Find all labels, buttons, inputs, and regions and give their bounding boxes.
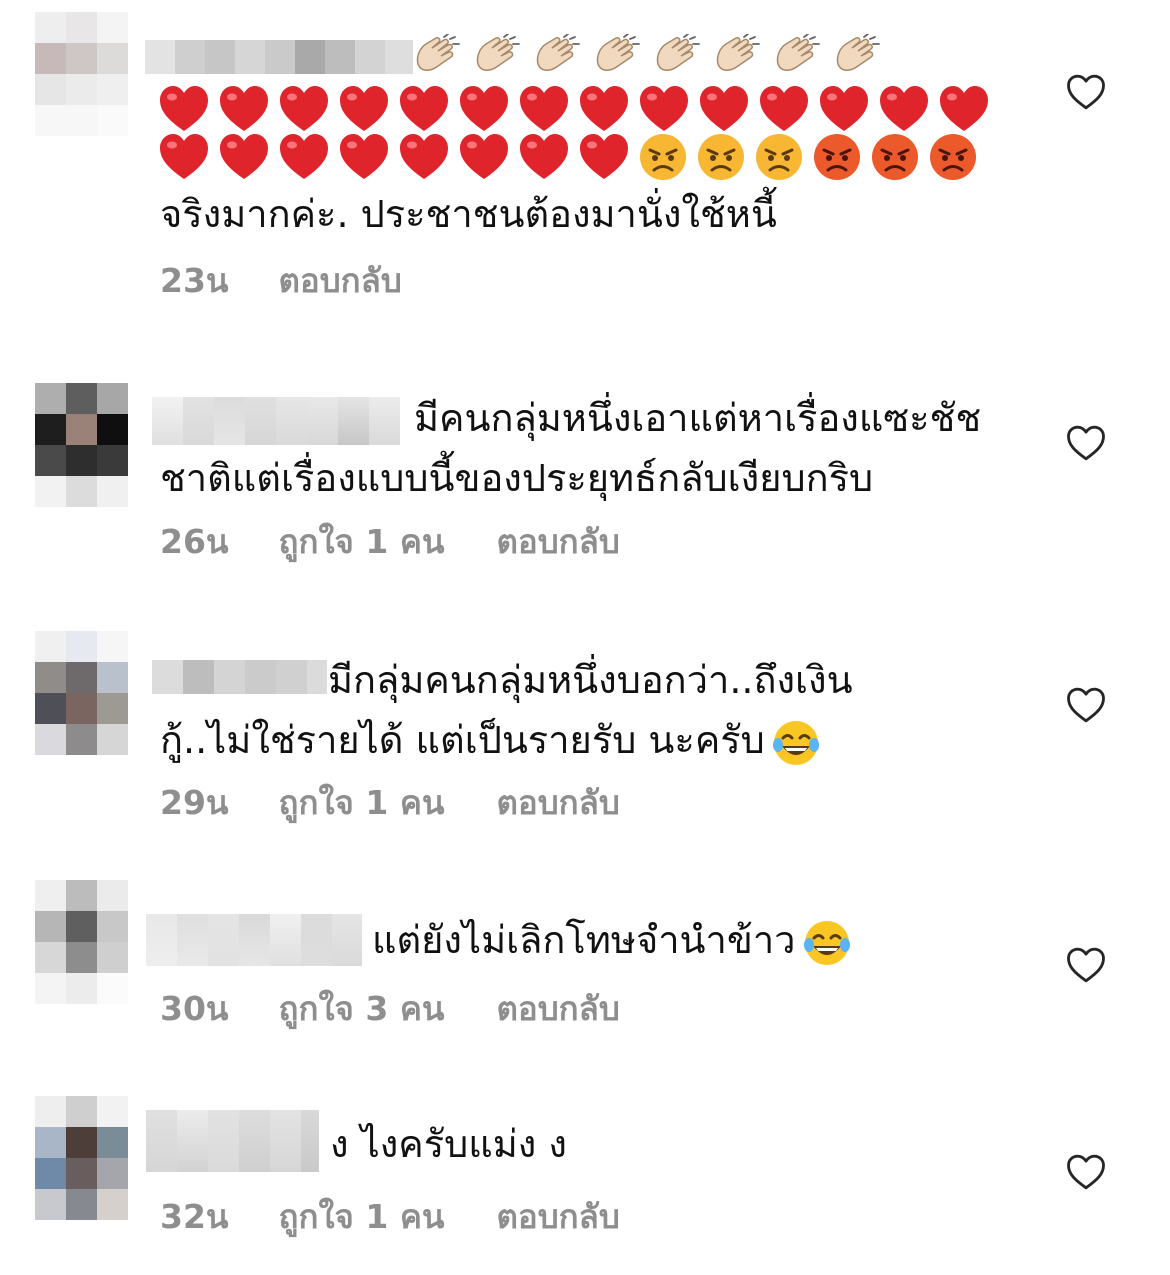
red-heart-icon <box>818 84 870 134</box>
reply-button[interactable]: ตอบกลับ <box>496 776 619 829</box>
emoji-row-hearts <box>158 84 990 134</box>
face-with-tears-of-joy-icon <box>771 718 821 768</box>
comment-text: ง ไงครับแม่ง ง <box>160 1114 1040 1174</box>
red-heart-icon <box>458 132 510 182</box>
red-heart-icon <box>878 84 930 134</box>
red-heart-icon <box>518 84 570 134</box>
comment-time: 23น <box>160 260 229 300</box>
heart-outline-icon[interactable] <box>1066 73 1106 111</box>
comment-text: มีกลุ่มคนกลุ่มหนึ่งบอกว่า..ถึงเงิน กู้..… <box>160 650 1040 770</box>
avatar[interactable] <box>35 12 128 136</box>
clapping-hands-light-icon <box>410 34 462 82</box>
avatar[interactable] <box>35 383 128 507</box>
comment-meta: 32น ถูกใจ 1 คน ตอบกลับ <box>160 1194 620 1238</box>
comment-meta: 30น ถูกใจ 3 คน ตอบกลับ <box>160 986 620 1030</box>
comment-text-line: มีคนกลุ่มหนึ่งเอาแต่หาเรื่องแซะชัช <box>414 396 982 440</box>
clapping-hands-light-icon <box>470 34 522 82</box>
emoji-row-clap <box>410 34 882 82</box>
pouting-face-icon <box>870 132 920 182</box>
red-heart-icon <box>278 84 330 134</box>
comment-meta: 23น ตอบกลับ <box>160 258 402 302</box>
comment-text-line: จริงมากค่ะ. ประชาชนต้องมานั่งใช้หนี้ <box>160 192 777 236</box>
emoji-row-hearts-angry <box>158 132 978 182</box>
clapping-hands-light-icon <box>650 34 702 82</box>
heart-outline-icon[interactable] <box>1066 686 1106 724</box>
red-heart-icon <box>218 132 270 182</box>
comment-text-line: มีกลุ่มคนกลุ่มหนึ่งบอกว่า..ถึงเงิน <box>328 658 853 702</box>
like-count[interactable]: ถูกใจ 3 คน <box>278 982 444 1035</box>
comment-text-line: ชาติแต่เรื่องแบบนี้ของประยุทธ์กลับเงียบก… <box>160 456 874 500</box>
comment-text-line: กู้..ไม่ใช่รายได้ แต่เป็นรายรับ นะครับ <box>160 710 1040 770</box>
red-heart-icon <box>578 132 630 182</box>
comment-text-content: แต่ยังไม่เลิกโทษจำนำข้าว <box>372 918 796 962</box>
comment-time: 26น <box>160 521 229 561</box>
clapping-hands-light-icon <box>530 34 582 82</box>
angry-face-icon <box>696 132 746 182</box>
red-heart-icon <box>398 84 450 134</box>
face-with-tears-of-joy-icon <box>802 918 852 968</box>
comment-meta: 26น ถูกใจ 1 คน ตอบกลับ <box>160 519 620 563</box>
clapping-hands-light-icon <box>590 34 642 82</box>
heart-outline-icon[interactable] <box>1066 424 1106 462</box>
red-heart-icon <box>338 132 390 182</box>
pouting-face-icon <box>928 132 978 182</box>
red-heart-icon <box>158 84 210 134</box>
red-heart-icon <box>218 84 270 134</box>
red-heart-icon <box>398 132 450 182</box>
comment-text-line: แต่ยังไม่เลิกโทษจำนำข้าว <box>160 910 1040 970</box>
reply-button[interactable]: ตอบกลับ <box>278 254 401 307</box>
red-heart-icon <box>758 84 810 134</box>
comment-text: จริงมากค่ะ. ประชาชนต้องมานั่งใช้หนี้ <box>160 184 1040 244</box>
avatar[interactable] <box>35 880 128 1004</box>
red-heart-icon <box>458 84 510 134</box>
red-heart-icon <box>518 132 570 182</box>
reply-button[interactable]: ตอบกลับ <box>496 1190 619 1243</box>
comment-time: 30น <box>160 988 229 1028</box>
comment-time: 32น <box>160 1196 229 1236</box>
comment-meta: 29น ถูกใจ 1 คน ตอบกลับ <box>160 780 620 824</box>
username-blurred[interactable] <box>145 40 413 74</box>
comment-text: แต่ยังไม่เลิกโทษจำนำข้าว <box>160 910 1040 970</box>
pouting-face-icon <box>812 132 862 182</box>
clapping-hands-light-icon <box>710 34 762 82</box>
comment-text-content: กู้..ไม่ใช่รายได้ แต่เป็นรายรับ นะครับ <box>160 718 765 762</box>
heart-outline-icon[interactable] <box>1066 1153 1106 1191</box>
like-count[interactable]: ถูกใจ 1 คน <box>278 515 444 568</box>
red-heart-icon <box>278 132 330 182</box>
avatar[interactable] <box>35 631 128 755</box>
comment-text: มีคนกลุ่มหนึ่งเอาแต่หาเรื่องแซะชัช ชาติแ… <box>160 388 1040 508</box>
reply-button[interactable]: ตอบกลับ <box>496 515 619 568</box>
clapping-hands-light-icon <box>770 34 822 82</box>
red-heart-icon <box>938 84 990 134</box>
angry-face-icon <box>638 132 688 182</box>
like-count[interactable]: ถูกใจ 1 คน <box>278 1190 444 1243</box>
red-heart-icon <box>698 84 750 134</box>
comment-text-line: ง ไงครับแม่ง ง <box>330 1122 567 1166</box>
like-count[interactable]: ถูกใจ 1 คน <box>278 776 444 829</box>
red-heart-icon <box>578 84 630 134</box>
angry-face-icon <box>754 132 804 182</box>
red-heart-icon <box>338 84 390 134</box>
red-heart-icon <box>158 132 210 182</box>
red-heart-icon <box>638 84 690 134</box>
clapping-hands-light-icon <box>830 34 882 82</box>
avatar[interactable] <box>35 1096 128 1220</box>
heart-outline-icon[interactable] <box>1066 946 1106 984</box>
comment-time: 29น <box>160 782 229 822</box>
reply-button[interactable]: ตอบกลับ <box>496 982 619 1035</box>
